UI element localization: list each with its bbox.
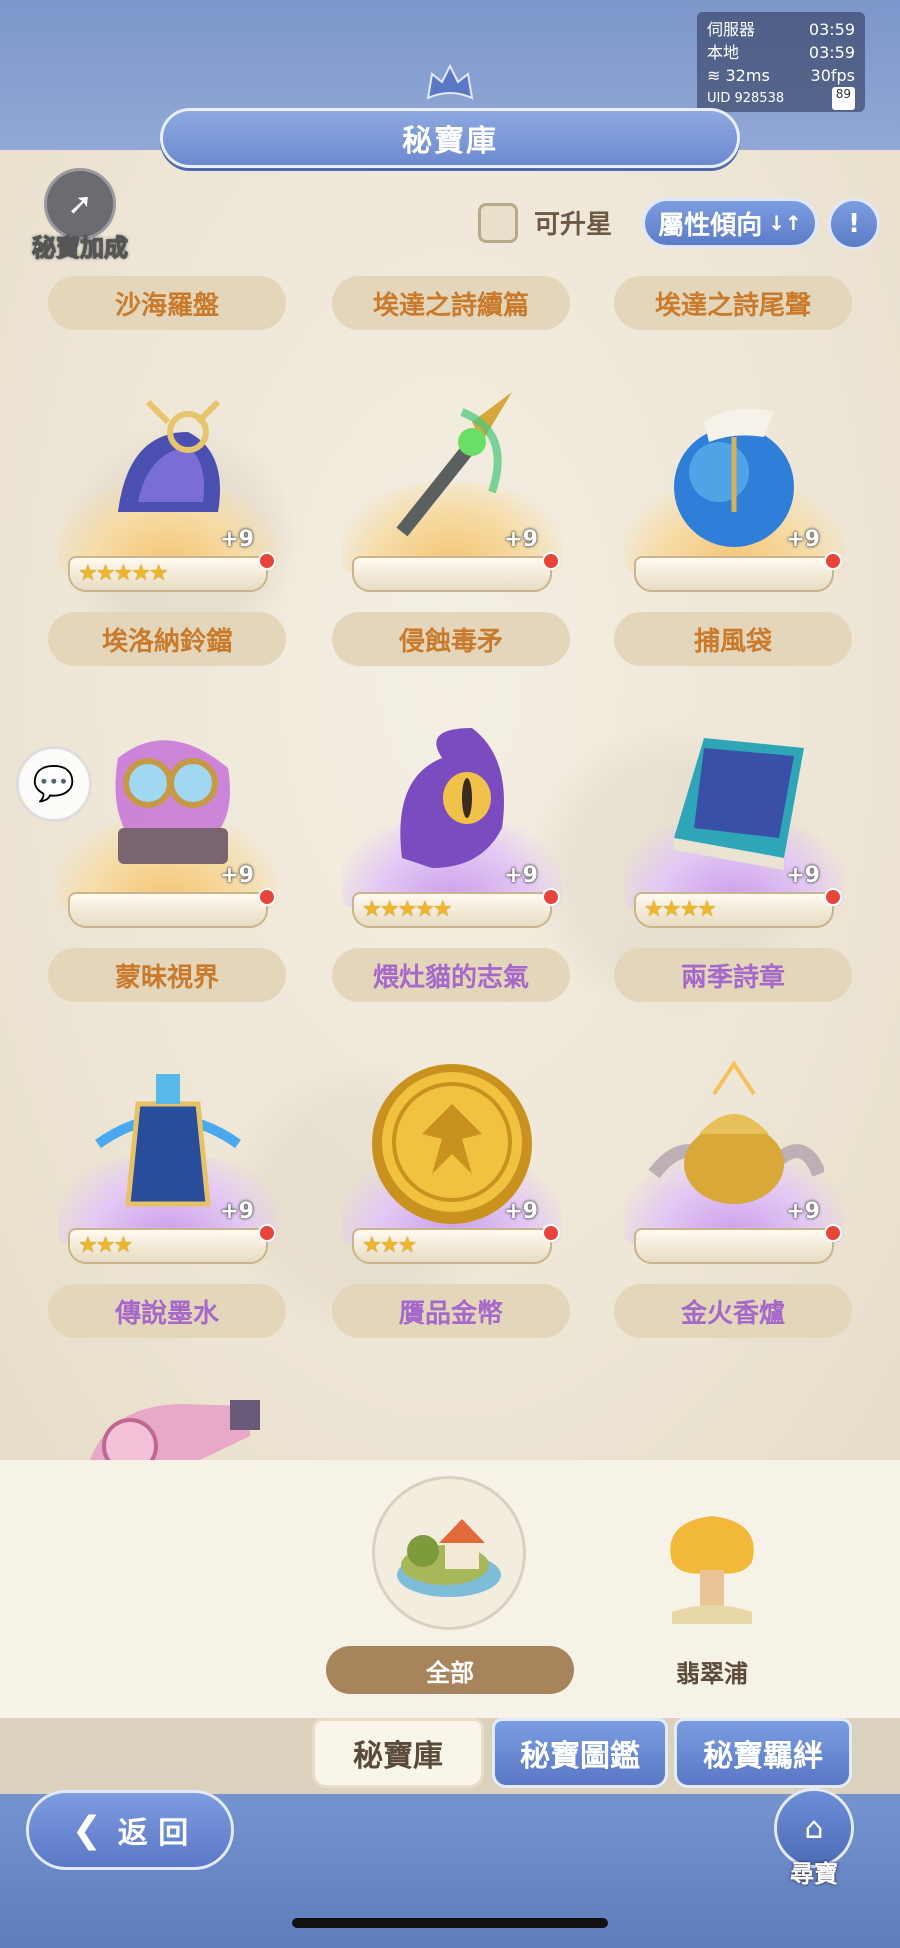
- notification-dot: [542, 1224, 560, 1242]
- treasure-card[interactable]: ★★★ +9: [48, 1054, 288, 1264]
- treasure-card[interactable]: ★★★★★ +9: [332, 718, 572, 928]
- upgradable-checkbox[interactable]: [478, 203, 518, 243]
- wifi-icon: ≋: [707, 66, 721, 85]
- item-label[interactable]: 沙海羅盤: [48, 276, 286, 330]
- cat-crest-icon: [426, 63, 474, 100]
- region-fcp-label[interactable]: 翡翠浦: [662, 1654, 762, 1689]
- server-label: 伺服器: [707, 20, 756, 39]
- item-label[interactable]: 埃洛納鈴鐺: [48, 612, 286, 666]
- star-rating: ★★★★★: [362, 897, 453, 922]
- back-arrow-icon: ❮: [71, 1809, 102, 1851]
- notification-dot: [542, 552, 560, 570]
- chat-bubble-icon: 💬: [32, 764, 76, 804]
- attribute-sort-button[interactable]: 屬性傾向 ↓↑: [642, 198, 818, 248]
- mushroom-tree-icon[interactable]: [652, 1502, 772, 1632]
- status-overlay: 伺服器 03:59 本地 03:59 ≋ 32ms 30fps UID 928538 8…: [697, 12, 865, 112]
- upgradable-label: 可升星: [534, 210, 613, 240]
- level-badge: +9: [504, 863, 538, 888]
- uid-value: UID 928538: [707, 91, 785, 106]
- level-badge: +9: [220, 1199, 254, 1224]
- treasure-card[interactable]: ★★★★★ +9: [48, 382, 288, 592]
- treasure-bonus-button[interactable]: ➚ 秘寶加成: [20, 168, 140, 268]
- item-label[interactable]: 埃達之詩續篇: [332, 276, 570, 330]
- level-badge: +9: [786, 1199, 820, 1224]
- title-banner: 秘寶庫: [160, 108, 740, 168]
- region-all-button[interactable]: [372, 1476, 526, 1630]
- level-badge: +9: [504, 527, 538, 552]
- tab-treasure-bonds[interactable]: 秘寶羈絆: [674, 1718, 852, 1788]
- treasure-hunt-label: 尋寶: [790, 1860, 838, 1888]
- notification-dot: [258, 1224, 276, 1242]
- treasure-card[interactable]: +9: [614, 382, 854, 592]
- page-title: 秘寶庫: [402, 124, 498, 159]
- treasure-bonus-label: 秘寶加成: [32, 234, 129, 263]
- level-badge: +9: [220, 863, 254, 888]
- star-rating: ★★★: [78, 1233, 133, 1258]
- tab-treasure-vault[interactable]: 秘寶庫: [312, 1718, 484, 1788]
- battery-icon: 89: [831, 87, 855, 110]
- home-indicator[interactable]: [292, 1918, 608, 1928]
- local-label: 本地: [707, 43, 740, 62]
- treasure-hunt-button[interactable]: ⌂ 尋寶: [764, 1788, 864, 1892]
- level-badge: +9: [504, 1199, 538, 1224]
- item-label[interactable]: 兩季詩章: [614, 948, 852, 1002]
- notification-dot: [824, 888, 842, 906]
- fps-value: 30fps: [810, 66, 855, 85]
- treasure-card[interactable]: ★★★★ +9: [614, 718, 854, 928]
- item-label[interactable]: 埃達之詩尾聲: [614, 276, 852, 330]
- notification-dot: [258, 888, 276, 906]
- info-icon[interactable]: !: [828, 198, 880, 250]
- treasure-card[interactable]: +9: [614, 1054, 854, 1264]
- island-house-icon: [397, 1519, 501, 1597]
- back-button[interactable]: ❮ 返 回: [26, 1790, 234, 1870]
- level-badge: +9: [220, 527, 254, 552]
- treasure-card[interactable]: +9: [332, 382, 572, 592]
- region-all-label[interactable]: 全部: [326, 1646, 574, 1694]
- notification-dot: [824, 1224, 842, 1242]
- cannon-icon: [90, 1400, 260, 1460]
- item-label[interactable]: 捕風袋: [614, 612, 852, 666]
- item-label[interactable]: 贋品金幣: [332, 1284, 570, 1338]
- back-label: 返 回: [117, 1816, 189, 1851]
- chat-button[interactable]: 💬: [16, 746, 92, 822]
- star-rating: ★★★: [362, 1233, 417, 1258]
- sort-arrows-icon: ↓↑: [768, 211, 802, 235]
- local-time: 03:59: [808, 43, 855, 62]
- item-label[interactable]: 傳說墨水: [48, 1284, 286, 1338]
- attribute-sort-label: 屬性傾向: [658, 210, 763, 241]
- star-rating: ★★★★★: [78, 561, 169, 586]
- level-badge: +9: [786, 527, 820, 552]
- star-rating: ★★★★: [644, 897, 717, 922]
- item-label[interactable]: 金火香爐: [614, 1284, 852, 1338]
- ping-value: 32ms: [725, 66, 770, 85]
- treasure-card[interactable]: +9: [48, 718, 288, 928]
- tab-treasure-atlas[interactable]: 秘寶圖鑑: [492, 1718, 668, 1788]
- item-label[interactable]: 煨灶貓的志氣: [332, 948, 570, 1002]
- item-label[interactable]: 侵蝕毒矛: [332, 612, 570, 666]
- notification-dot: [258, 552, 276, 570]
- notification-dot: [824, 552, 842, 570]
- notification-dot: [542, 888, 560, 906]
- treasure-card[interactable]: ★★★ +9: [332, 1054, 572, 1264]
- item-label[interactable]: 蒙昧視界: [48, 948, 286, 1002]
- level-badge: +9: [786, 863, 820, 888]
- server-time: 03:59: [808, 20, 855, 39]
